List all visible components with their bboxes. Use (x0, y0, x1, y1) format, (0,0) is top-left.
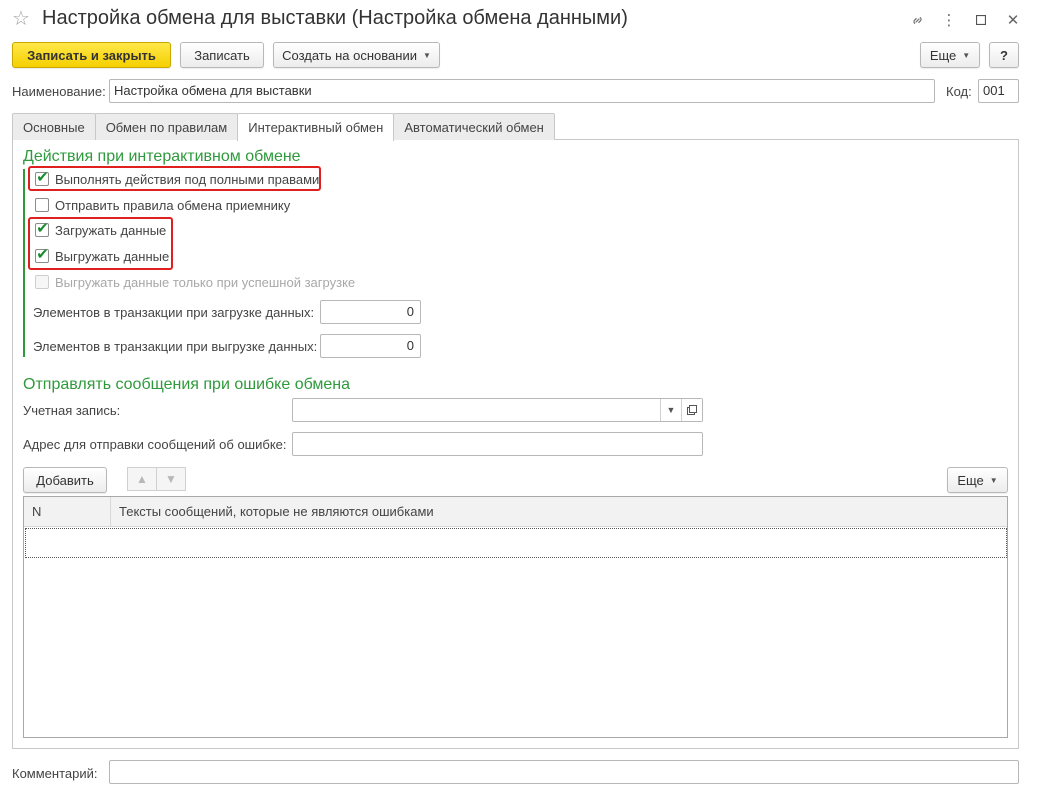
link-icon[interactable] (901, 8, 933, 32)
column-header-texts[interactable]: Тексты сообщений, которые не являются ош… (111, 497, 1007, 527)
table-more-button[interactable]: Еще ▼ (947, 467, 1008, 493)
favorite-star-icon[interactable]: ☆ (12, 6, 30, 31)
messages-table[interactable]: N Тексты сообщений, которые не являются … (23, 496, 1008, 738)
window-controls: ⋮ ✕ (901, 8, 1029, 32)
export-tx-input[interactable]: 0 (320, 334, 421, 358)
highlight-box-full-rights (28, 166, 321, 191)
open-icon[interactable] (681, 399, 702, 421)
move-down-icon[interactable]: ▼ (156, 467, 186, 491)
errors-section-title: Отправлять сообщения при ошибке обмена (23, 376, 351, 393)
window-title: Настройка обмена для выставки (Настройка… (42, 7, 628, 29)
send-rules-label: Отправить правила обмена приемнику (55, 198, 291, 213)
section-group-bar (23, 169, 25, 357)
create-based-on-label: Создать на основании (282, 47, 417, 63)
table-row[interactable] (25, 528, 1007, 558)
create-based-on-button[interactable]: Создать на основании ▼ (273, 42, 440, 68)
send-rules-checkbox[interactable] (35, 198, 49, 212)
import-tx-label: Элементов в транзакции при загрузке данн… (33, 305, 315, 320)
export-on-success-checkbox (35, 275, 49, 289)
account-label: Учетная запись: (23, 403, 121, 418)
comment-label: Комментарий: (12, 766, 98, 781)
name-label: Наименование: (12, 84, 106, 99)
code-input[interactable]: 001 (978, 79, 1019, 103)
tab-bar: Основные Обмен по правилам Интерактивный… (12, 113, 555, 141)
chevron-down-icon: ▼ (962, 50, 971, 60)
table-more-label: Еще (957, 472, 984, 488)
more-menu-icon[interactable]: ⋮ (933, 8, 965, 32)
tab-main[interactable]: Основные (12, 113, 96, 140)
save-and-close-button[interactable]: Записать и закрыть (12, 42, 171, 68)
move-up-icon[interactable]: ▲ (127, 467, 157, 491)
chevron-down-icon: ▼ (422, 50, 431, 60)
export-tx-label: Элементов в транзакции при выгрузке данн… (33, 339, 318, 354)
dropdown-arrow-icon[interactable]: ▼ (660, 399, 681, 421)
column-header-n[interactable]: N (24, 497, 111, 527)
address-label: Адрес для отправки сообщений об ошибке: (23, 437, 287, 452)
help-button[interactable]: ? (989, 42, 1019, 68)
close-icon[interactable]: ✕ (997, 8, 1029, 32)
address-input[interactable] (292, 432, 703, 456)
account-field[interactable]: ▼ (292, 398, 703, 422)
more-label: Еще (929, 47, 957, 63)
comment-input[interactable] (109, 760, 1019, 784)
tab-automatic-exchange[interactable]: Автоматический обмен (393, 113, 555, 140)
tab-rules-exchange[interactable]: Обмен по правилам (94, 113, 239, 140)
tab-interactive-exchange[interactable]: Интерактивный обмен (237, 113, 395, 141)
highlight-box-import-export (28, 217, 173, 270)
save-button[interactable]: Записать (180, 42, 264, 68)
interactive-section-title: Действия при интерактивном обмене (23, 148, 301, 165)
add-button[interactable]: Добавить (23, 467, 107, 493)
name-input[interactable]: Настройка обмена для выставки (109, 79, 935, 103)
code-label: Код: (946, 84, 972, 99)
more-button[interactable]: Еще ▼ (920, 42, 980, 68)
export-on-success-label: Выгружать данные только при успешной заг… (55, 275, 356, 290)
chevron-down-icon: ▼ (989, 475, 998, 485)
import-tx-input[interactable]: 0 (320, 300, 421, 324)
maximize-icon[interactable] (965, 8, 997, 32)
